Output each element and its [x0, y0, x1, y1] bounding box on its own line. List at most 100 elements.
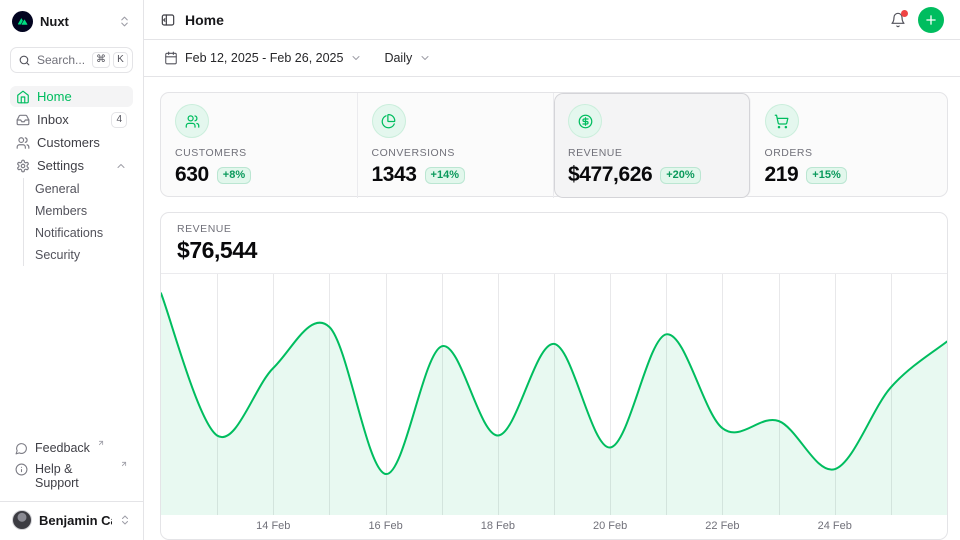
main-area: Home Feb 12, 2025 - Feb 26, 2025 [144, 0, 960, 540]
calendar-icon [164, 51, 178, 65]
workspace-switcher-button[interactable] [118, 15, 131, 28]
chevron-down-icon [419, 52, 431, 64]
stat-card-conversions[interactable]: CONVERSIONS 1343 +14% [358, 93, 555, 198]
collapse-sidebar-button[interactable] [160, 12, 176, 28]
stat-label: CUSTOMERS [175, 147, 343, 159]
kbd-cmd: ⌘ [92, 52, 110, 68]
stat-value: 219 [765, 163, 799, 187]
sidebar-spacer [10, 266, 133, 439]
sidebar-item-notifications[interactable]: Notifications [24, 222, 133, 244]
sidebar-item-label: Settings [37, 158, 84, 173]
circle-dollar-icon [568, 104, 602, 138]
dashboard: Nuxt Search... ⌘ K Home [0, 0, 960, 540]
chevron-down-icon [350, 52, 362, 64]
sidebar: Nuxt Search... ⌘ K Home [0, 0, 144, 540]
date-range-picker[interactable]: Feb 12, 2025 - Feb 26, 2025 [158, 47, 368, 69]
sidebar-nav: Home Inbox 4 Customers Settings [10, 86, 133, 266]
external-link-icon [120, 460, 128, 468]
workspace-name: Nuxt [40, 14, 111, 29]
info-circle-icon [15, 463, 28, 476]
chart-header: REVENUE $76,544 [161, 213, 947, 274]
gear-icon [16, 159, 30, 173]
add-button[interactable] [918, 7, 944, 33]
chart-metric-label: REVENUE [177, 223, 931, 235]
sidebar-item-label: Home [37, 89, 72, 104]
sidebar-item-inbox[interactable]: Inbox 4 [10, 109, 133, 130]
x-tick-label: 14 Feb [256, 520, 290, 532]
stat-change-badge: +14% [425, 167, 465, 184]
footer-link-label: Help & Support [35, 462, 113, 490]
sidebar-footer-links: Feedback Help & Support [10, 439, 133, 501]
stat-change-badge: +15% [806, 167, 846, 184]
filters-toolbar: Feb 12, 2025 - Feb 26, 2025 Daily [144, 40, 960, 77]
users-icon [16, 136, 30, 150]
nuxt-logo-icon [12, 11, 33, 32]
search-shortcut: ⌘ K [92, 52, 128, 68]
workspace-row: Nuxt [10, 10, 133, 32]
panel-left-close-icon [160, 12, 176, 28]
stat-value: $477,626 [568, 163, 652, 187]
stat-card-customers[interactable]: CUSTOMERS 630 +8% [161, 93, 358, 198]
search-icon [18, 54, 31, 67]
stat-value: 1343 [372, 163, 417, 187]
period-select[interactable]: Daily [378, 47, 437, 69]
revenue-area-chart [161, 274, 947, 515]
period-label: Daily [384, 51, 412, 65]
x-axis-labels: 14 Feb 16 Feb 18 Feb 20 Feb 22 Feb 24 Feb [161, 515, 947, 539]
kbd-k: K [113, 52, 128, 68]
stat-change-badge: +8% [217, 167, 251, 184]
cart-icon [765, 104, 799, 138]
page-header: Home [144, 0, 960, 40]
stat-card-revenue[interactable]: REVENUE $477,626 +20% [554, 93, 751, 198]
sidebar-item-security[interactable]: Security [24, 244, 133, 266]
feedback-link[interactable]: Feedback [10, 439, 133, 457]
chart-pie-icon [372, 104, 406, 138]
stat-change-badge: +20% [660, 167, 700, 184]
inbox-count-badge: 4 [111, 112, 127, 128]
x-tick-label: 18 Feb [481, 520, 515, 532]
header-actions [890, 7, 944, 33]
chart-metric-value: $76,544 [177, 237, 931, 264]
revenue-chart-plot[interactable] [161, 274, 947, 515]
stat-value: 630 [175, 163, 209, 187]
sidebar-item-settings[interactable]: Settings [10, 155, 133, 176]
footer-link-label: Feedback [35, 441, 90, 455]
sidebar-item-customers[interactable]: Customers [10, 132, 133, 153]
x-tick-label: 22 Feb [705, 520, 739, 532]
inbox-icon [16, 113, 30, 127]
stat-card-orders[interactable]: ORDERS 219 +15% [751, 93, 948, 198]
help-support-link[interactable]: Help & Support [10, 460, 133, 492]
sidebar-item-label: Customers [37, 135, 100, 150]
date-range-label: Feb 12, 2025 - Feb 26, 2025 [185, 51, 343, 65]
plus-icon [924, 13, 938, 27]
sidebar-item-label: Inbox [37, 112, 69, 127]
stat-label: CONVERSIONS [372, 147, 540, 159]
users-icon [175, 104, 209, 138]
x-tick-label: 16 Feb [368, 520, 402, 532]
notification-dot [901, 10, 908, 17]
chat-bubble-icon [15, 442, 28, 455]
search-placeholder: Search... [37, 53, 86, 67]
stats-grid: CUSTOMERS 630 +8% CONVERSIONS 1343 +14% [160, 92, 948, 197]
chevron-up-icon [115, 160, 127, 172]
page-title: Home [185, 12, 224, 28]
dashboard-content: CUSTOMERS 630 +8% CONVERSIONS 1343 +14% [144, 77, 960, 540]
settings-submenu: General Members Notifications Security [23, 178, 133, 266]
search-input[interactable]: Search... ⌘ K [10, 47, 133, 73]
user-name: Benjamin Canac [39, 513, 112, 528]
user-menu[interactable]: Benjamin Canac [0, 501, 143, 540]
avatar [12, 510, 32, 530]
home-icon [16, 90, 30, 104]
notifications-button[interactable] [890, 12, 906, 28]
sidebar-item-members[interactable]: Members [24, 200, 133, 222]
chevrons-up-down-icon [118, 15, 131, 28]
stat-label: ORDERS [765, 147, 934, 159]
stat-label: REVENUE [568, 147, 736, 159]
revenue-chart-panel: REVENUE $76,544 14 Feb 16 Feb 18 Feb 20 Feb… [160, 212, 948, 540]
sidebar-item-home[interactable]: Home [10, 86, 133, 107]
x-tick-label: 20 Feb [593, 520, 627, 532]
chevrons-up-down-icon [119, 514, 131, 526]
sidebar-item-general[interactable]: General [24, 178, 133, 200]
external-link-icon [97, 439, 105, 447]
x-tick-label: 24 Feb [818, 520, 852, 532]
